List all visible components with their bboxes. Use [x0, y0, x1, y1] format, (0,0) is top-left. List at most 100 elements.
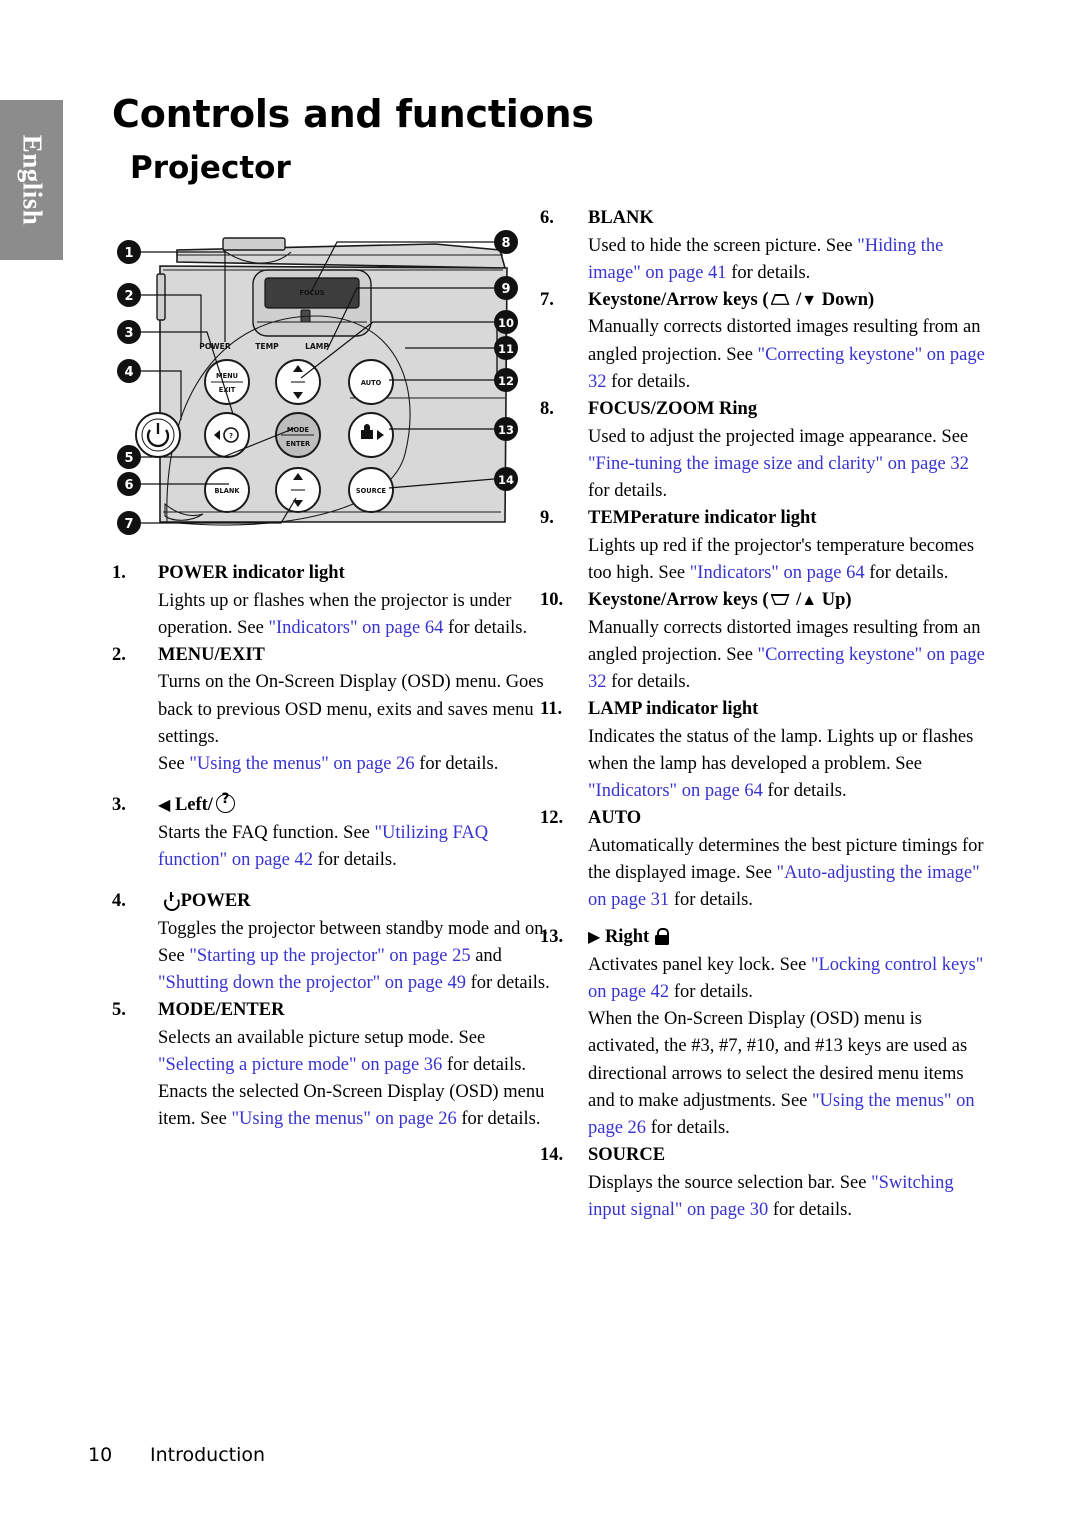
entry-paragraph: Starts the FAQ function. See "Utilizing …: [158, 822, 489, 870]
entry-paragraph: See "Using the menus" on page 26 for det…: [158, 754, 499, 775]
callout-2: 2: [124, 289, 133, 304]
entry-number: 12.: [540, 808, 564, 829]
entry-number: 13.: [540, 927, 564, 948]
entry-term: SOURCE: [588, 1145, 666, 1166]
right-column: 6. BLANK Used to hide the screen picture…: [540, 205, 985, 1224]
entry-number: 3.: [112, 795, 126, 816]
control-entry-1: 1. POWER indicator light Lights up or fl…: [112, 560, 552, 642]
entry-term: MENU/EXIT: [158, 644, 265, 665]
cross-reference-link[interactable]: "Fine-tuning the image size and clarity"…: [588, 454, 969, 474]
cross-reference-link[interactable]: "Indicators" on page 64: [588, 781, 763, 801]
page-footer: 10 Introduction: [88, 1444, 265, 1466]
callout-1: 1: [124, 246, 133, 261]
control-entry-5: 5. MODE/ENTER Selects an available pictu…: [112, 997, 552, 1133]
cross-reference-link[interactable]: "Starting up the projector" on page 25: [189, 946, 470, 966]
question-circle-icon: [215, 791, 235, 814]
right-triangle-icon: ▶: [588, 929, 601, 947]
entry-number: 4.: [112, 891, 126, 912]
entry-paragraph: Displays the source selection bar. See "…: [588, 1172, 954, 1220]
left-triangle-icon: ◀: [158, 797, 171, 815]
entry-paragraph: Used to hide the screen picture. See "Hi…: [588, 235, 944, 283]
down-triangle-icon: ▼: [801, 291, 818, 309]
entry-number: 6.: [540, 208, 554, 228]
callout-11: 11: [498, 342, 514, 356]
manual-page: English Controls and functions Projector…: [0, 0, 1080, 1529]
left-column: 1. POWER indicator light Lights up or fl…: [112, 560, 552, 1134]
power-symbol-icon: [163, 892, 180, 909]
entry-paragraph: Used to adjust the projected image appea…: [588, 426, 969, 501]
callout-8: 8: [501, 236, 510, 251]
lock-icon: [654, 928, 670, 946]
callout-5: 5: [124, 451, 133, 466]
cross-reference-link[interactable]: "Indicators" on page 64: [690, 563, 865, 583]
entry-number: 10.: [540, 590, 564, 611]
entry-number: 2.: [112, 644, 126, 665]
entry-paragraph: Lights up or flashes when the projector …: [158, 590, 528, 638]
entry-paragraph: Enacts the selected On-Screen Display (O…: [158, 1082, 545, 1130]
up-triangle-icon: ▲: [801, 592, 818, 610]
control-entry-12: 12. AUTO Automatically determines the be…: [540, 805, 985, 914]
callout-7: 7: [124, 517, 133, 532]
entry-term: POWER indicator light: [158, 563, 345, 583]
entry-number: 11.: [540, 699, 563, 720]
keystone-trapezoid-up-icon: [771, 293, 790, 306]
footer-section-name: Introduction: [150, 1444, 266, 1466]
entry-term: BLANK: [588, 208, 654, 228]
keystone-trapezoid-down-icon: [771, 593, 790, 606]
control-entry-8: 8. FOCUS/ZOOM Ring Used to adjust the pr…: [540, 396, 985, 505]
callout-10: 10: [498, 316, 514, 330]
callout-3: 3: [124, 326, 133, 341]
entry-term: Keystone/Arrow keys ( /▲ Up): [588, 590, 852, 611]
entry-term: POWER: [158, 888, 552, 916]
entry-paragraph: Manually corrects distorted images resul…: [588, 317, 985, 392]
control-entry-10: 10. Keystone/Arrow keys ( /▲ Up) Manuall…: [540, 587, 985, 696]
entry-paragraph: When the On-Screen Display (OSD) menu is…: [588, 1009, 975, 1139]
callout-13: 13: [498, 423, 514, 437]
control-entry-14: 14. SOURCE Displays the source selection…: [540, 1142, 985, 1224]
footer-page-number: 10: [88, 1444, 113, 1466]
language-tab-label: English: [17, 134, 47, 226]
control-entry-9: 9. TEMPerature indicator light Lights up…: [540, 505, 985, 587]
entry-paragraph: Toggles the projector between standby mo…: [158, 918, 549, 939]
entry-number: 5.: [112, 1000, 126, 1021]
page-title: Controls and functions: [112, 92, 594, 136]
cross-reference-link[interactable]: "Indicators" on page 64: [268, 618, 443, 638]
control-entry-6: 6. BLANK Used to hide the screen picture…: [540, 205, 985, 287]
entry-paragraph: Manually corrects distorted images resul…: [588, 617, 985, 692]
control-entry-7: 7. Keystone/Arrow keys ( /▼ Down) Manual…: [540, 287, 985, 396]
entry-paragraph: See "Starting up the projector" on page …: [158, 945, 550, 994]
cross-reference-link[interactable]: "Shutting down the projector" on page 49: [158, 973, 466, 993]
entry-term: ▶ Right: [588, 924, 985, 952]
language-side-tab: English: [0, 100, 63, 260]
entry-paragraph: Automatically determines the best pictur…: [588, 835, 984, 911]
cross-reference-link[interactable]: "Using the menus" on page 26: [231, 1109, 456, 1129]
control-entry-2: 2. MENU/EXIT Turns on the On-Screen Disp…: [112, 642, 552, 778]
cross-reference-link[interactable]: "Selecting a picture mode" on page 36: [158, 1055, 442, 1075]
control-entry-11: 11. LAMP indicator light Indicates the s…: [540, 696, 985, 805]
entry-term: FOCUS/ZOOM Ring: [588, 399, 758, 420]
callout-12: 12: [498, 374, 514, 388]
page-subtitle: Projector: [130, 150, 291, 186]
control-entry-13: 13. ▶ Right Activates panel key lock. Se…: [540, 924, 985, 1142]
entry-number: 14.: [540, 1145, 564, 1166]
callout-14: 14: [498, 473, 514, 487]
control-entry-3: 3. ◀ Left/ Starts the FAQ function. See …: [112, 791, 552, 874]
entry-term: ◀ Left/: [158, 791, 552, 820]
entry-term: LAMP indicator light: [588, 699, 759, 720]
callout-9: 9: [501, 282, 510, 297]
entry-paragraph: Activates panel key lock. See "Locking c…: [588, 954, 984, 1003]
entry-paragraph: Indicates the status of the lamp. Lights…: [588, 726, 974, 802]
entry-term: TEMPerature indicator light: [588, 508, 817, 529]
entry-term: Keystone/Arrow keys ( /▼ Down): [588, 289, 875, 310]
cross-reference-link[interactable]: "Using the menus" on page 26: [189, 754, 414, 774]
entry-term: AUTO: [588, 808, 642, 829]
callout-6: 6: [124, 478, 133, 493]
entry-number: 9.: [540, 508, 554, 529]
projector-diagram: .bd{fill:none;stroke:#1a1a1a;stroke-widt…: [105, 222, 530, 542]
entry-number: 8.: [540, 399, 554, 420]
entry-term: MODE/ENTER: [158, 1000, 285, 1021]
entry-paragraph: Selects an available picture setup mode.…: [158, 1027, 527, 1075]
entry-paragraph: Turns on the On-Screen Display (OSD) men…: [158, 672, 544, 747]
control-entry-4: 4. POWER Toggles the projector between s…: [112, 888, 552, 997]
entry-paragraph: Lights up red if the projector's tempera…: [588, 535, 975, 583]
